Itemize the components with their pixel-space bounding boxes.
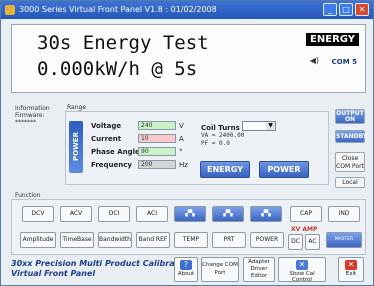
aci-button[interactable]: ACI bbox=[136, 206, 168, 222]
coil-turns-select[interactable]: ▼ bbox=[242, 121, 276, 131]
app-icon bbox=[5, 5, 15, 15]
amplitude-button[interactable]: Amplitude bbox=[20, 232, 56, 248]
phase-angle-label: Phase Angle bbox=[91, 148, 140, 156]
local-button[interactable]: Local bbox=[335, 177, 365, 188]
close-com-port-button[interactable]: Close COM Port bbox=[335, 152, 365, 172]
waveform-1-button[interactable]: ▞▚ bbox=[174, 206, 206, 222]
footer-bar: 30xx Precision Multi Product Calibrator … bbox=[11, 257, 366, 283]
about-label: About bbox=[177, 271, 195, 277]
about-button[interactable]: ? About bbox=[174, 257, 198, 282]
energy-button[interactable]: ENERGY bbox=[200, 161, 250, 178]
adapter-driver-editor-button[interactable]: Adapter Driver Editor bbox=[243, 257, 275, 282]
brand-line-1: 30xx Precision Multi Product Calibrator bbox=[11, 259, 188, 268]
voltage-unit: V bbox=[179, 122, 184, 130]
bandwidth-button[interactable]: Bandwidth bbox=[98, 232, 132, 248]
waveform-3-button[interactable]: ▞▚ bbox=[250, 206, 282, 222]
timebase-button[interactable]: TimeBase bbox=[60, 232, 94, 248]
waveform-icon: ▞▚ bbox=[223, 210, 233, 217]
power-button[interactable]: POWER bbox=[259, 161, 309, 178]
dc-button[interactable]: DC bbox=[288, 234, 303, 250]
current-input[interactable]: 10 bbox=[138, 134, 176, 143]
frequency-label: Frequency bbox=[91, 161, 132, 169]
ind-button[interactable]: IND bbox=[328, 206, 360, 222]
display-line-2: 0.000kW/h @ 5s bbox=[37, 58, 198, 80]
phase-angle-input[interactable]: 90 bbox=[138, 147, 176, 156]
dcv-button[interactable]: DCV bbox=[22, 206, 54, 222]
current-label: Current bbox=[91, 135, 122, 143]
com-port-indicator: COM 5 bbox=[331, 58, 357, 66]
mode-badge: ENERGY bbox=[306, 33, 359, 46]
range-header: Range bbox=[67, 104, 87, 111]
cap-button[interactable]: CAP bbox=[290, 206, 322, 222]
output-on-button[interactable]: OUTPUT ON bbox=[335, 109, 365, 124]
voltage-input[interactable]: 240 bbox=[138, 121, 176, 130]
exit-button[interactable]: ✕ Exit bbox=[338, 257, 364, 282]
firmware-value: ******* bbox=[15, 119, 36, 126]
help-icon: ? bbox=[180, 260, 192, 270]
brand-line-2: Virtual Front Panel bbox=[11, 269, 96, 278]
xv-amp-label: XV AMP bbox=[291, 226, 318, 233]
standby-button[interactable]: STANDBY bbox=[335, 130, 367, 143]
waveform-icon: ▞▚ bbox=[185, 210, 195, 217]
lcd-display: 30s Energy Test 0.000kW/h @ 5s ENERGY ◀)… bbox=[11, 24, 366, 93]
minimize-button[interactable]: _ bbox=[323, 3, 337, 16]
acv-button[interactable]: ACV bbox=[60, 206, 92, 222]
show-cal-control-button[interactable]: ✕ Show Cal Control bbox=[278, 257, 326, 283]
function-header: Function bbox=[15, 192, 41, 199]
voltage-label: Voltage bbox=[91, 122, 122, 130]
pf-readout: PF = 0.0 bbox=[201, 140, 230, 147]
exit-icon: ✕ bbox=[345, 260, 357, 270]
window-title: 3000 Series Virtual Front Panel V1.8 : 0… bbox=[19, 5, 217, 14]
waveform-icon: ▞▚ bbox=[261, 210, 271, 217]
chevron-down-icon: ▼ bbox=[266, 122, 275, 130]
va-readout: VA = 2400.00 bbox=[201, 132, 245, 139]
prt-button[interactable]: PRT bbox=[212, 232, 246, 248]
phase-angle-unit: ° bbox=[179, 148, 183, 156]
frequency-input[interactable]: 200 bbox=[138, 160, 176, 169]
tools-icon: ✕ bbox=[296, 260, 308, 270]
close-button[interactable]: ✕ bbox=[355, 3, 369, 16]
exit-label: Exit bbox=[345, 271, 357, 277]
frequency-unit: Hz bbox=[179, 161, 188, 169]
main-window: 3000 Series Virtual Front Panel V1.8 : 0… bbox=[0, 0, 374, 286]
show-cal-control-label: Show Cal Control bbox=[289, 271, 315, 283]
dci-button[interactable]: DCI bbox=[98, 206, 130, 222]
master-button[interactable]: MASTER bbox=[326, 232, 362, 248]
maximize-button[interactable]: □ bbox=[339, 3, 353, 16]
display-line-1: 30s Energy Test bbox=[37, 32, 209, 54]
title-bar: 3000 Series Virtual Front Panel V1.8 : 0… bbox=[1, 1, 373, 19]
speaker-icon: ◀) bbox=[309, 56, 319, 65]
power-mode-tab[interactable]: POWER bbox=[69, 121, 83, 173]
waveform-2-button[interactable]: ▞▚ bbox=[212, 206, 244, 222]
temp-button[interactable]: TEMP bbox=[174, 232, 208, 248]
coil-turns-label: Coil Turns bbox=[201, 124, 240, 132]
change-com-port-button[interactable]: Change COM Port bbox=[201, 257, 239, 282]
ac-button[interactable]: AC bbox=[305, 234, 320, 250]
band-ref-button[interactable]: Band REF bbox=[136, 232, 170, 248]
power-function-button[interactable]: POWER bbox=[250, 232, 284, 248]
information-header: Information bbox=[15, 105, 50, 112]
firmware-label: Firmware: bbox=[15, 112, 45, 119]
current-unit: A bbox=[179, 135, 184, 143]
